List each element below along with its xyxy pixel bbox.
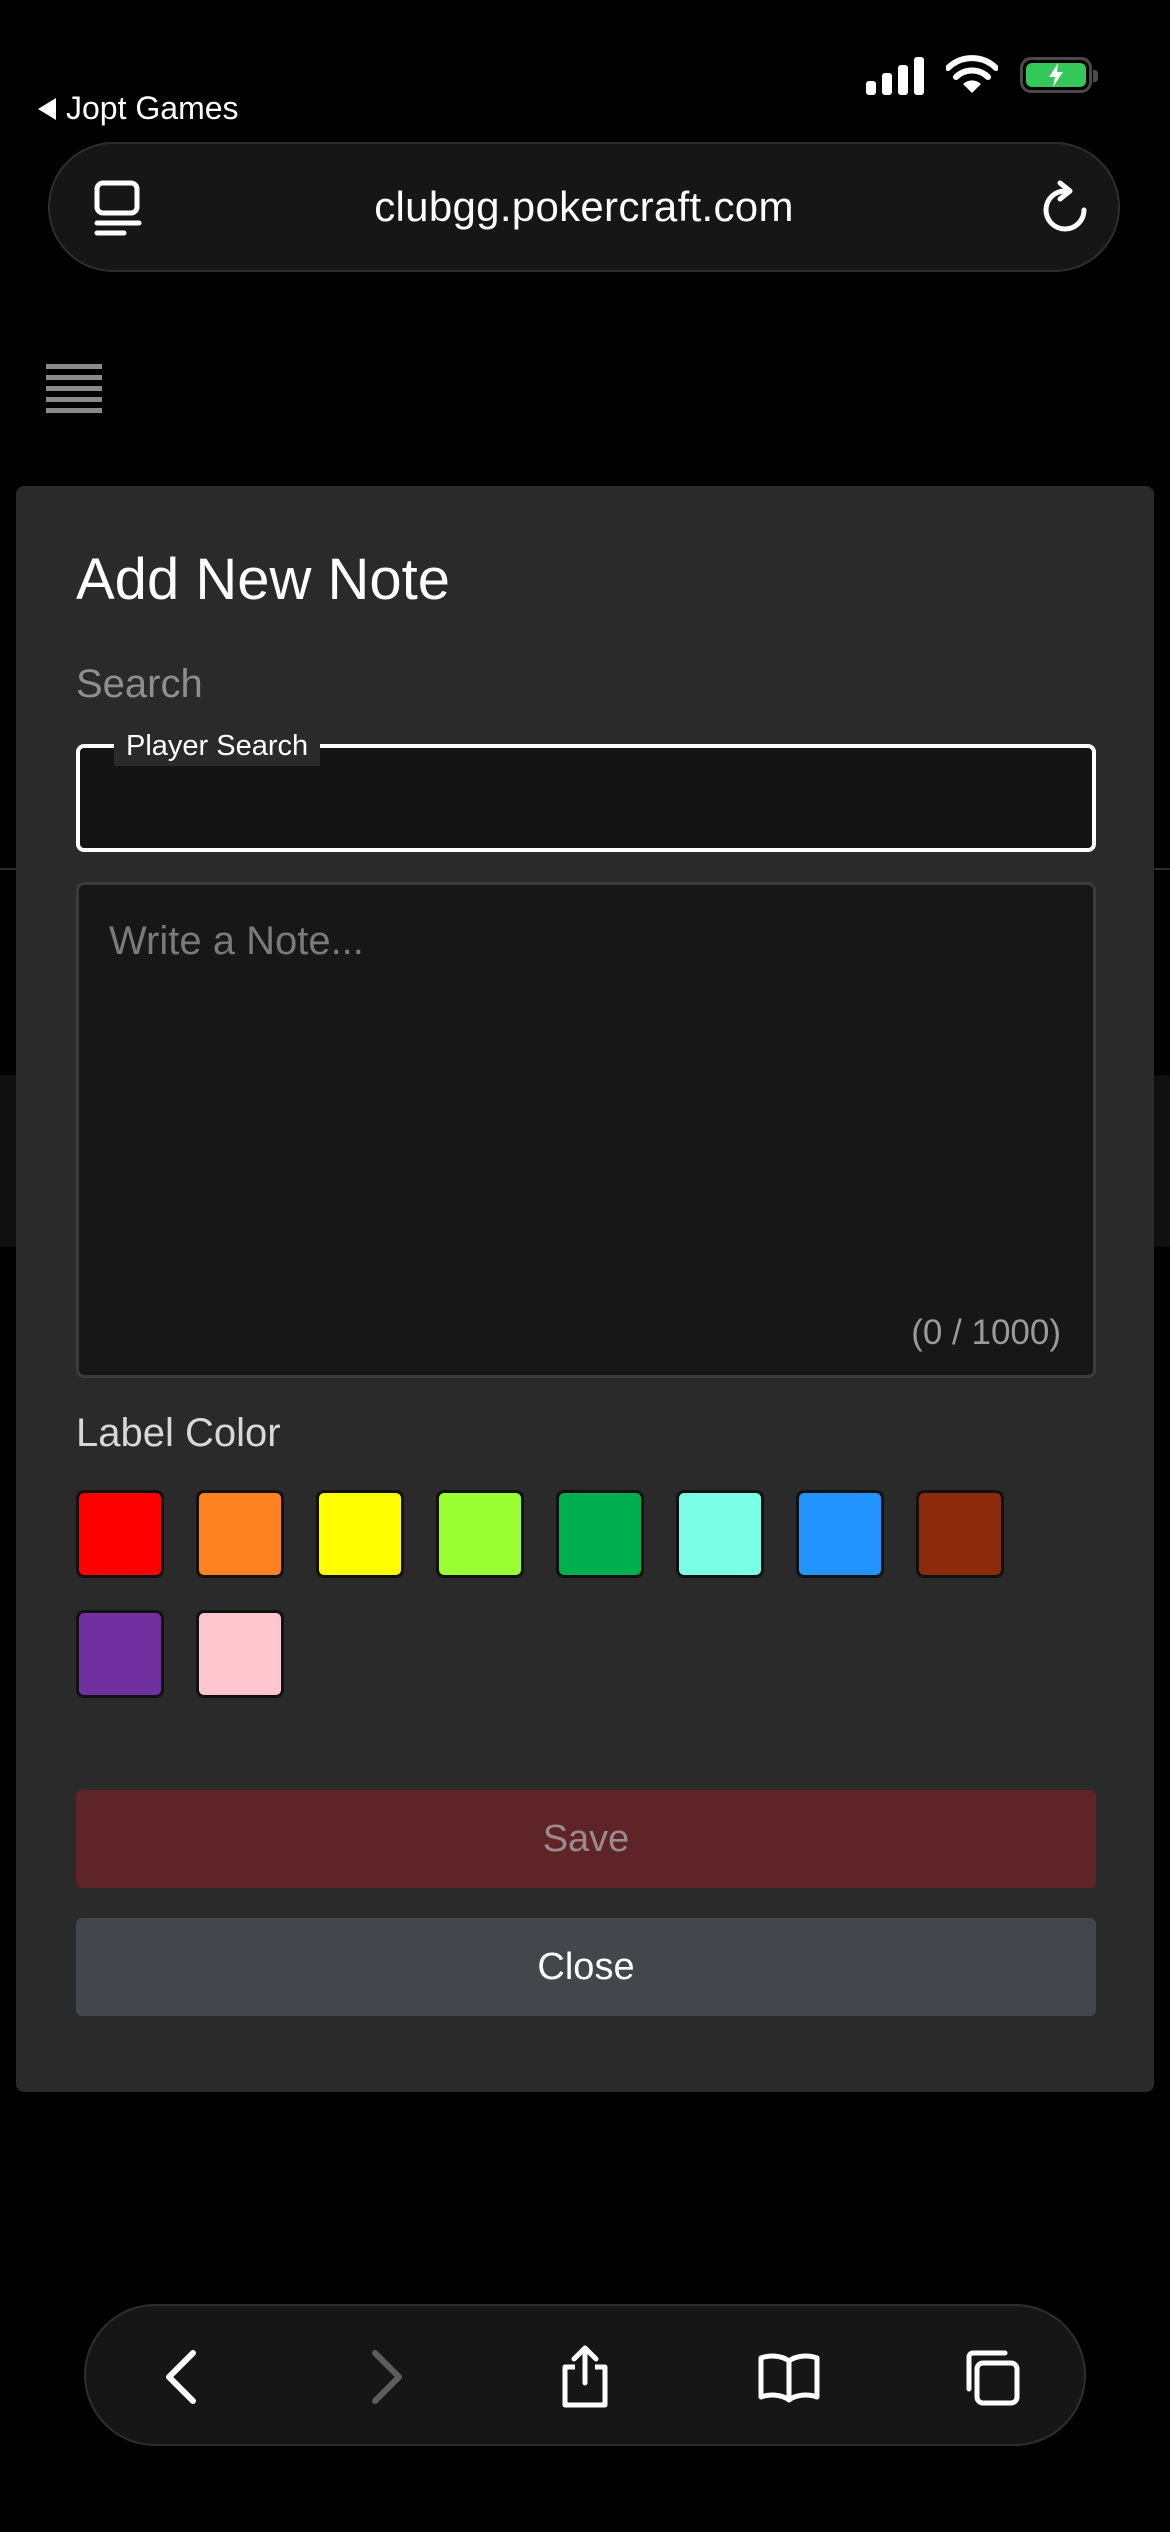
back-icon[interactable] xyxy=(146,2342,216,2412)
color-swatch-5[interactable] xyxy=(556,1490,644,1578)
cellular-signal-icon xyxy=(866,55,924,95)
note-char-counter: (0 / 1000) xyxy=(911,1313,1061,1352)
player-search-input[interactable] xyxy=(80,748,1092,848)
color-swatch-9[interactable] xyxy=(76,1610,164,1698)
color-swatch-2[interactable] xyxy=(196,1490,284,1578)
color-swatch-1[interactable] xyxy=(76,1490,164,1578)
add-note-dialog: Add New Note Search Player Search (0 / 1… xyxy=(16,486,1154,2092)
hamburger-menu-icon[interactable] xyxy=(46,364,102,419)
charging-bolt-icon xyxy=(1049,63,1063,87)
color-swatch-8[interactable] xyxy=(916,1490,1004,1578)
dialog-title: Add New Note xyxy=(76,547,450,612)
color-swatch-7[interactable] xyxy=(796,1490,884,1578)
forward-icon[interactable] xyxy=(352,2342,422,2412)
close-button[interactable]: Close xyxy=(76,1918,1096,2016)
search-section-label: Search xyxy=(76,662,203,706)
back-to-app-link[interactable]: Jopt Games xyxy=(38,90,239,127)
save-button[interactable]: Save xyxy=(76,1790,1096,1888)
status-icons xyxy=(866,55,1098,95)
color-swatch-10[interactable] xyxy=(196,1610,284,1698)
note-textarea[interactable] xyxy=(79,885,1093,1375)
wifi-icon xyxy=(946,55,998,93)
share-icon[interactable] xyxy=(550,2342,620,2412)
browser-toolbar xyxy=(84,2304,1086,2446)
bookmarks-icon[interactable] xyxy=(754,2342,824,2412)
url-text: clubgg.pokercraft.com xyxy=(374,183,794,230)
note-field[interactable]: (0 / 1000) xyxy=(76,882,1096,1378)
color-swatch-3[interactable] xyxy=(316,1490,404,1578)
back-triangle-icon xyxy=(38,97,56,120)
tabs-icon[interactable] xyxy=(956,2342,1026,2412)
battery-icon xyxy=(1020,57,1098,93)
address-bar[interactable]: clubgg.pokercraft.com xyxy=(48,142,1120,272)
page-menu-icon[interactable] xyxy=(94,180,142,236)
back-app-label: Jopt Games xyxy=(66,90,239,126)
player-search-field[interactable]: Player Search xyxy=(76,726,1096,852)
label-color-title: Label Color xyxy=(76,1411,281,1455)
color-swatch-6[interactable] xyxy=(676,1490,764,1578)
reload-icon[interactable] xyxy=(1040,180,1092,236)
color-swatch-4[interactable] xyxy=(436,1490,524,1578)
color-swatch-grid xyxy=(76,1490,1096,1698)
